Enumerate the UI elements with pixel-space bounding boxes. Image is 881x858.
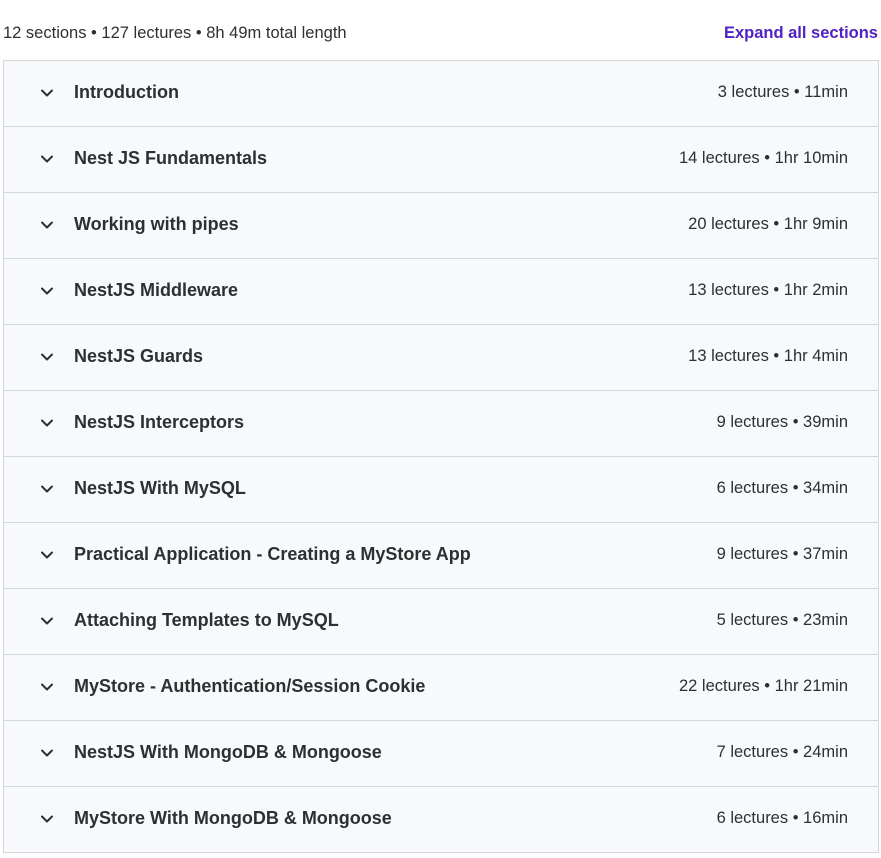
section-title: NestJS Interceptors bbox=[74, 412, 245, 432]
section-title: NestJS Middleware bbox=[74, 280, 239, 300]
section-row[interactable]: NestJS Middleware 13 lectures • 1hr 2min bbox=[4, 259, 878, 325]
section-row[interactable]: Introduction 3 lectures • 11min bbox=[4, 61, 878, 127]
course-summary-bar: 12 sections • 127 lectures • 8h 49m tota… bbox=[0, 0, 881, 60]
section-meta: 6 lectures • 16min bbox=[716, 809, 848, 827]
expand-all-sections-button[interactable]: Expand all sections bbox=[724, 24, 878, 43]
chevron-down-icon bbox=[39, 547, 55, 563]
chevron-down-icon bbox=[39, 217, 55, 233]
chevron-down-icon bbox=[39, 481, 55, 497]
section-row[interactable]: NestJS Interceptors 9 lectures • 39min bbox=[4, 391, 878, 457]
chevron-down-icon bbox=[39, 679, 55, 695]
section-row[interactable]: MyStore With MongoDB & Mongoose 6 lectur… bbox=[4, 787, 878, 853]
chevron-down-icon bbox=[39, 811, 55, 827]
section-row[interactable]: NestJS With MongoDB & Mongoose 7 lecture… bbox=[4, 721, 878, 787]
section-row[interactable]: Nest JS Fundamentals 14 lectures • 1hr 1… bbox=[4, 127, 878, 193]
section-meta: 9 lectures • 37min bbox=[716, 545, 848, 563]
section-meta: 14 lectures • 1hr 10min bbox=[678, 149, 848, 167]
chevron-down-icon bbox=[39, 613, 55, 629]
section-row[interactable]: NestJS With MySQL 6 lectures • 34min bbox=[4, 457, 878, 523]
section-title: NestJS With MySQL bbox=[74, 478, 246, 498]
section-meta: 22 lectures • 1hr 21min bbox=[678, 677, 848, 695]
section-title: MyStore With MongoDB & Mongoose bbox=[74, 808, 392, 828]
section-title: MyStore - Authentication/Session Cookie bbox=[74, 676, 426, 696]
section-meta: 5 lectures • 23min bbox=[716, 611, 848, 629]
section-meta: 9 lectures • 39min bbox=[716, 413, 848, 431]
section-meta: 20 lectures • 1hr 9min bbox=[688, 215, 848, 233]
section-meta: 3 lectures • 11min bbox=[717, 83, 848, 101]
section-title: NestJS With MongoDB & Mongoose bbox=[74, 742, 382, 762]
section-title: Practical Application - Creating a MySto… bbox=[74, 544, 471, 564]
section-row[interactable]: MyStore - Authentication/Session Cookie … bbox=[4, 655, 878, 721]
section-row[interactable]: Working with pipes 20 lectures • 1hr 9mi… bbox=[4, 193, 878, 259]
section-title: Attaching Templates to MySQL bbox=[74, 610, 339, 630]
section-row[interactable]: Practical Application - Creating a MySto… bbox=[4, 523, 878, 589]
section-meta: 7 lectures • 24min bbox=[716, 743, 848, 761]
section-title: Working with pipes bbox=[74, 214, 239, 234]
section-title: Nest JS Fundamentals bbox=[74, 148, 268, 168]
chevron-down-icon bbox=[39, 745, 55, 761]
chevron-down-icon bbox=[39, 349, 55, 365]
section-title: Introduction bbox=[74, 82, 179, 102]
section-row[interactable]: Attaching Templates to MySQL 5 lectures … bbox=[4, 589, 878, 655]
section-meta: 6 lectures • 34min bbox=[716, 479, 848, 497]
chevron-down-icon bbox=[39, 415, 55, 431]
section-row[interactable]: NestJS Guards 13 lectures • 1hr 4min bbox=[4, 325, 878, 391]
chevron-down-icon bbox=[39, 85, 55, 101]
course-summary: 12 sections • 127 lectures • 8h 49m tota… bbox=[3, 24, 347, 42]
section-meta: 13 lectures • 1hr 4min bbox=[688, 347, 848, 365]
chevron-down-icon bbox=[39, 151, 55, 167]
section-title: NestJS Guards bbox=[74, 346, 204, 366]
chevron-down-icon bbox=[39, 283, 55, 299]
course-content: 12 sections • 127 lectures • 8h 49m tota… bbox=[0, 0, 881, 858]
sections-list: Introduction 3 lectures • 11min Nest JS … bbox=[3, 60, 879, 853]
section-meta: 13 lectures • 1hr 2min bbox=[688, 281, 848, 299]
